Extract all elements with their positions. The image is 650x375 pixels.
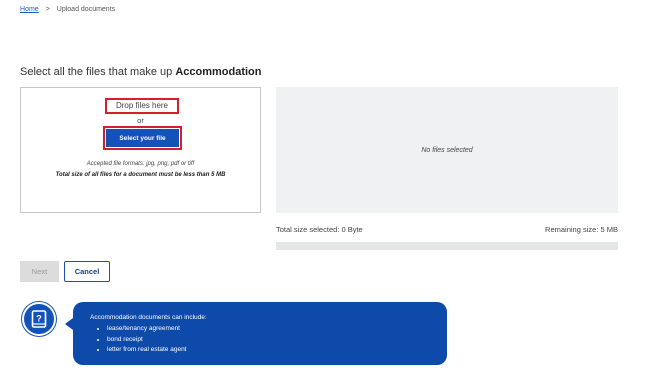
info-intro-text: Accommodation documents can include: <box>90 314 207 321</box>
page-title-document: Accommodation <box>175 66 262 78</box>
drop-files-label: Drop files here <box>105 98 179 114</box>
accommodation-info-callout: Accommodation documents can include: lea… <box>65 302 447 365</box>
document-help-icon: ? <box>22 302 56 336</box>
cancel-button[interactable]: Cancel <box>64 261 110 282</box>
next-button[interactable]: Next <box>20 261 59 282</box>
accepted-formats-text: Accepted file formats: jpg, png, pdf or … <box>86 161 195 167</box>
total-size-text: Total size selected: 0 Byte <box>276 225 363 234</box>
size-limit-text: Total size of all files for a document m… <box>55 172 226 178</box>
breadcrumb-home-link[interactable]: Home <box>20 6 39 13</box>
info-list-item: letter from real estate agent <box>107 345 447 356</box>
selected-files-panel: No files selected <box>276 87 618 213</box>
info-list-item: lease/tenancy agreement <box>107 324 447 335</box>
page-title-prefix: Select all the files that make up <box>20 66 173 78</box>
no-files-text: No files selected <box>421 146 473 154</box>
info-list-item: bond receipt <box>107 335 447 346</box>
size-summary: Total size selected: 0 Byte Remaining si… <box>276 225 618 234</box>
remaining-size-text: Remaining size: 5 MB <box>545 225 618 234</box>
breadcrumb: Home > Upload documents <box>20 6 115 13</box>
size-progress-bar <box>276 242 618 250</box>
file-drop-zone[interactable]: Drop files here or Select your file Acce… <box>20 87 261 213</box>
select-file-highlight: Select your file <box>103 126 182 150</box>
info-list: lease/tenancy agreement bond receipt let… <box>90 324 447 356</box>
svg-text:?: ? <box>36 314 42 324</box>
breadcrumb-current: Upload documents <box>56 6 116 13</box>
or-label: or <box>137 116 144 125</box>
select-file-button[interactable]: Select your file <box>106 129 179 147</box>
page-title: Select all the files that make up Accomm… <box>20 66 262 78</box>
breadcrumb-separator: > <box>45 6 50 13</box>
